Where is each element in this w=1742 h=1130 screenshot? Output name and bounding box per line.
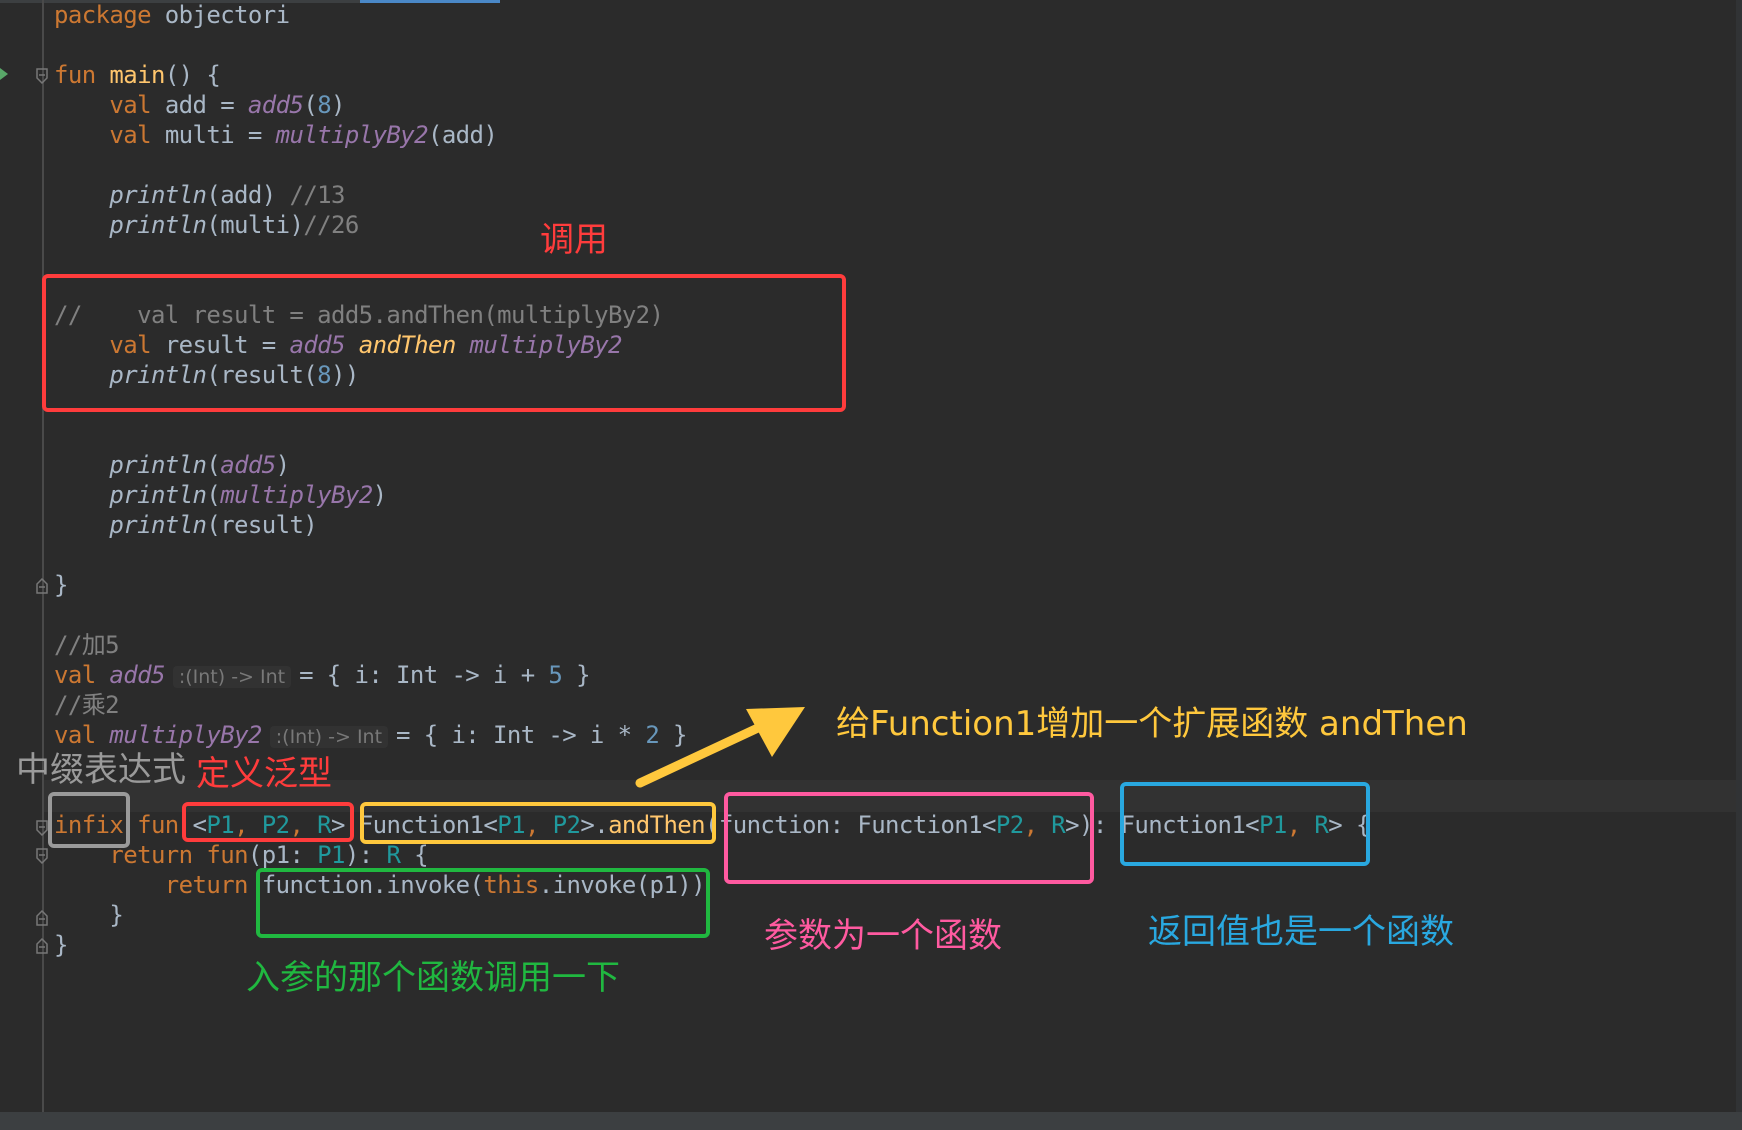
annotation-arrow-icon — [635, 707, 805, 788]
property-ref: add5 — [247, 91, 304, 119]
receiver-highlight-box — [360, 802, 716, 844]
comment: //加5 — [54, 631, 120, 659]
code-line[interactable]: //加5 — [54, 630, 120, 660]
annotation-extension-function: 给Function1增加一个扩展函数 andThen — [836, 704, 1468, 744]
code-text: ) — [372, 481, 387, 509]
fold-open-icon[interactable] — [36, 848, 48, 864]
comment: //26 — [303, 211, 359, 239]
function-call: println — [109, 511, 207, 539]
fold-open-icon[interactable] — [36, 68, 48, 84]
infix-highlight-box — [48, 792, 130, 848]
code-line[interactable]: println(add) //13 — [54, 180, 345, 210]
code-line[interactable]: } — [54, 570, 68, 600]
fold-close-icon[interactable] — [36, 910, 48, 926]
function-call: println — [109, 211, 207, 239]
code-line[interactable]: println(multiplyBy2) — [54, 480, 387, 510]
fold-close-icon[interactable] — [36, 578, 48, 594]
fold-open-icon[interactable] — [36, 820, 48, 836]
generic-highlight-box — [182, 802, 354, 842]
annotation-define-generic: 定义泛型 — [196, 754, 332, 794]
function-name: main — [109, 61, 165, 89]
annotation-infix-expression: 中缀表达式 — [16, 750, 186, 790]
code-line[interactable]: val multiplyBy2 :(Int) -> Int = { i: Int -… — [54, 720, 687, 750]
param-highlight-box — [724, 792, 1094, 884]
keyword: val — [109, 91, 151, 119]
code-text: (p1: — [247, 841, 318, 869]
keyword: val — [54, 721, 96, 749]
property-name: multiplyBy2 — [109, 721, 262, 749]
annotation-invoke-input: 入参的那个函数调用一下 — [246, 958, 620, 998]
property-name: add5 — [109, 661, 165, 689]
function-call: println — [109, 451, 207, 479]
package-name: objectori — [150, 1, 290, 29]
keyword: fun — [192, 841, 248, 869]
status-bar — [0, 1112, 1742, 1130]
code-text: } — [562, 661, 590, 689]
annotation-param-function: 参数为一个函数 — [764, 916, 1002, 956]
annotation-return-function: 返回值也是一个函数 — [1148, 912, 1454, 952]
function-call: println — [109, 481, 207, 509]
keyword: fun — [54, 61, 96, 89]
keyword: package — [54, 1, 152, 29]
code-line[interactable]: val add = add5(8) — [54, 90, 345, 120]
number-literal: 8 — [317, 91, 332, 119]
function-call: println — [109, 181, 207, 209]
code-text: { — [400, 841, 428, 869]
run-icon[interactable] — [0, 68, 8, 80]
code-text: add = — [150, 91, 248, 119]
annotation-call: 调用 — [540, 220, 608, 260]
code-text: (add) — [427, 121, 498, 149]
code-line[interactable]: fun main() { — [54, 60, 221, 90]
invoke-highlight-box — [256, 868, 710, 938]
type-hint: :(Int) -> Int — [269, 726, 389, 748]
code-text: (multi) — [206, 211, 304, 239]
code-text: () { — [164, 61, 221, 89]
type-hint: :(Int) -> Int — [172, 666, 292, 688]
property-ref: multiplyBy2 — [220, 481, 373, 509]
keyword: val — [54, 661, 96, 689]
vertical-scrollbar[interactable] — [1736, 0, 1742, 1112]
code-line[interactable]: } — [54, 930, 68, 960]
number-literal: 5 — [548, 661, 563, 689]
code-text: = { i: Int -> i + — [299, 661, 549, 689]
code-text: ) — [331, 91, 345, 119]
code-editor[interactable]: package objectori fun main() { val add =… — [0, 0, 1742, 1130]
code-text: (add) — [206, 181, 290, 209]
code-line[interactable]: println(multi)//26 — [54, 210, 359, 240]
code-line[interactable]: val multi = multiplyBy2(add) — [54, 120, 497, 150]
comment: //乘2 — [54, 691, 120, 719]
code-text: = { i: Int -> i * — [396, 721, 646, 749]
return-highlight-box — [1120, 782, 1370, 866]
code-text: } — [54, 931, 68, 959]
code-text: (result) — [206, 511, 318, 539]
code-text: ) — [275, 451, 290, 479]
type-param: R — [386, 841, 401, 869]
code-line[interactable]: } — [54, 900, 123, 930]
comment: //13 — [289, 181, 345, 209]
active-tab-indicator — [360, 0, 500, 3]
code-line[interactable]: package objectori — [54, 0, 290, 30]
code-text: multi = — [150, 121, 276, 149]
code-text: ( — [206, 481, 221, 509]
code-line[interactable]: println(result) — [54, 510, 317, 540]
code-text: } — [109, 901, 124, 929]
code-line[interactable]: println(add5) — [54, 450, 290, 480]
code-text: } — [54, 571, 68, 599]
fold-close-icon[interactable] — [36, 938, 48, 954]
code-line[interactable]: //乘2 — [54, 690, 120, 720]
code-line[interactable]: val add5 :(Int) -> Int = { i: Int -> i + 5… — [54, 660, 591, 690]
call-highlight-box — [42, 274, 846, 412]
property-ref: multiplyBy2 — [275, 121, 429, 149]
keyword: val — [109, 121, 151, 149]
code-text: ): — [344, 841, 387, 869]
property-ref: add5 — [220, 451, 276, 479]
code-text: ( — [206, 451, 221, 479]
keyword: return — [164, 871, 249, 899]
code-text: ( — [303, 91, 318, 119]
type-param: P1 — [317, 841, 345, 869]
